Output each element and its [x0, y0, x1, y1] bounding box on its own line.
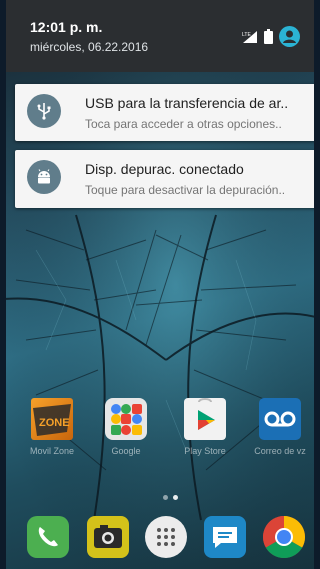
- zone-icon: ZONE: [31, 398, 73, 440]
- dock-phone[interactable]: [26, 515, 70, 559]
- notification-title: USB para la transferencia de ar..: [85, 95, 289, 111]
- dock-app-drawer[interactable]: [144, 515, 188, 559]
- chrome-icon: [262, 516, 306, 559]
- signal-icon: LTE: [242, 30, 257, 43]
- app-label: Play Store: [184, 446, 226, 456]
- svg-text:LTE: LTE: [242, 32, 251, 38]
- app-label: Correo de vz: [254, 446, 306, 456]
- notification-subtitle: Toque para desactivar la depuración..: [85, 183, 286, 197]
- app-voicemail[interactable]: Correo de vz: [251, 398, 309, 456]
- app-play-store[interactable]: Play Store: [176, 398, 234, 456]
- google-folder-icon: [105, 398, 147, 440]
- phone-icon: [27, 516, 69, 558]
- clock: 12:01 p. m.: [30, 19, 103, 35]
- user-avatar-icon[interactable]: [279, 26, 300, 47]
- status-icons: LTE: [242, 26, 300, 47]
- battery-icon: [264, 29, 273, 44]
- page-dot-current: [173, 495, 178, 500]
- play-store-icon: [184, 398, 226, 440]
- app-google[interactable]: Google: [97, 398, 155, 456]
- notification-subtitle: Toca para acceder a otras opciones..: [85, 117, 282, 131]
- android-icon: [27, 160, 61, 194]
- dock-messages[interactable]: [203, 515, 247, 559]
- dock-chrome[interactable]: [262, 515, 306, 559]
- app-label: Movil Zone: [29, 446, 74, 456]
- messages-icon: [204, 516, 246, 558]
- app-label: Google: [111, 446, 141, 456]
- debug-notification[interactable]: Disp. depurac. conectado Toque para desa…: [15, 150, 314, 208]
- dock-camera[interactable]: [86, 515, 130, 559]
- date-label: miércoles, 06.22.2016: [30, 40, 149, 54]
- page-dot: [163, 495, 168, 500]
- camera-icon: [87, 516, 129, 558]
- usb-icon: [27, 94, 61, 128]
- app-drawer-icon: [145, 516, 187, 558]
- notification-shade-header: 12:01 p. m. miércoles, 06.22.2016 LTE: [6, 0, 314, 72]
- svg-text:ZONE: ZONE: [39, 417, 70, 429]
- app-movil-zone[interactable]: ZONE Movil Zone: [23, 398, 81, 456]
- usb-notification[interactable]: USB para la transferencia de ar.. Toca p…: [15, 84, 314, 141]
- voicemail-icon: [259, 398, 301, 440]
- home-screen: 12:01 p. m. miércoles, 06.22.2016 LTE US…: [6, 0, 314, 569]
- page-indicator: [163, 495, 178, 500]
- notification-title: Disp. depurac. conectado: [85, 161, 244, 177]
